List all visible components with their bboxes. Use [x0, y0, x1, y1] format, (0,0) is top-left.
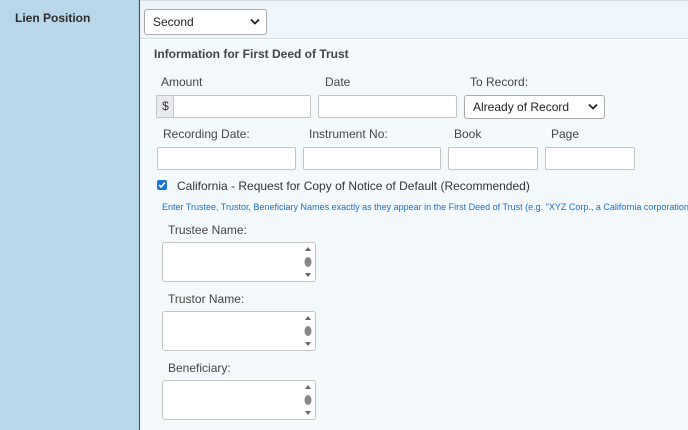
page-label: Page: [551, 127, 580, 141]
checkmark-icon: [158, 181, 166, 189]
page-input[interactable]: [545, 147, 635, 170]
date-label: Date: [325, 75, 351, 89]
lien-position-select[interactable]: Second: [144, 9, 267, 35]
scrollbar[interactable]: [303, 245, 313, 279]
beneficiary-label: Beneficiary:: [168, 361, 231, 375]
california-checkbox-label: California - Request for Copy of Notice …: [177, 179, 530, 193]
trustee-name-label: Trustee Name:: [168, 223, 247, 237]
recording-date-input[interactable]: [157, 147, 296, 170]
left-label-column: Lien Position: [0, 0, 140, 430]
book-input[interactable]: [448, 147, 538, 170]
names-hint-text: Enter Trustee, Trustor, Beneficiary Name…: [162, 202, 688, 212]
book-label: Book: [454, 127, 482, 141]
chevron-down-icon: [588, 103, 598, 110]
trustor-name-label: Trustor Name:: [168, 292, 245, 306]
instrument-no-label: Instrument No:: [309, 127, 388, 141]
chevron-down-icon: [250, 18, 260, 25]
california-checkbox[interactable]: [157, 180, 167, 190]
trustee-name-textarea[interactable]: [162, 242, 316, 282]
scrollbar[interactable]: [303, 314, 313, 348]
scrollbar[interactable]: [303, 383, 313, 417]
date-input[interactable]: [318, 95, 457, 118]
to-record-label: To Record:: [470, 75, 529, 89]
recording-date-label: Recording Date:: [163, 127, 250, 141]
to-record-selected: Already of Record: [473, 100, 570, 114]
amount-currency-prefix: $: [156, 95, 174, 118]
instrument-no-input[interactable]: [303, 147, 441, 170]
amount-label: Amount: [161, 75, 203, 89]
amount-input[interactable]: [173, 95, 311, 118]
section-heading: Information for First Deed of Trust: [154, 47, 349, 61]
to-record-select[interactable]: Already of Record: [464, 95, 605, 119]
lien-position-label: Lien Position: [15, 11, 91, 25]
beneficiary-textarea[interactable]: [162, 380, 316, 420]
lien-position-selected: Second: [153, 15, 194, 29]
trustor-name-textarea[interactable]: [162, 311, 316, 351]
